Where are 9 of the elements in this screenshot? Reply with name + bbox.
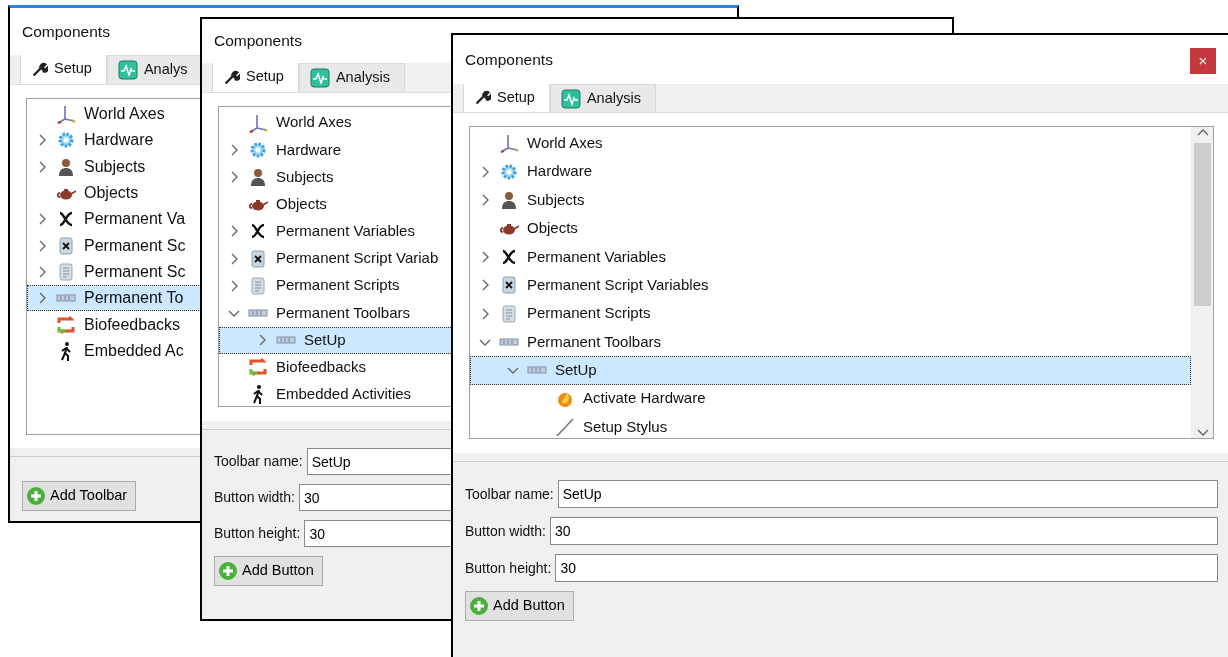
field-label: Toolbar name: (214, 452, 303, 471)
field-label: Toolbar name: (465, 484, 554, 504)
field-label: Button width: (465, 521, 546, 541)
field-label: Button width: (214, 488, 295, 507)
window-title: Components (214, 31, 302, 52)
window-title: Components (465, 49, 553, 70)
field-label: Button height: (214, 524, 301, 543)
field-label: Button height: (465, 558, 552, 578)
window-title: Components (22, 21, 110, 42)
